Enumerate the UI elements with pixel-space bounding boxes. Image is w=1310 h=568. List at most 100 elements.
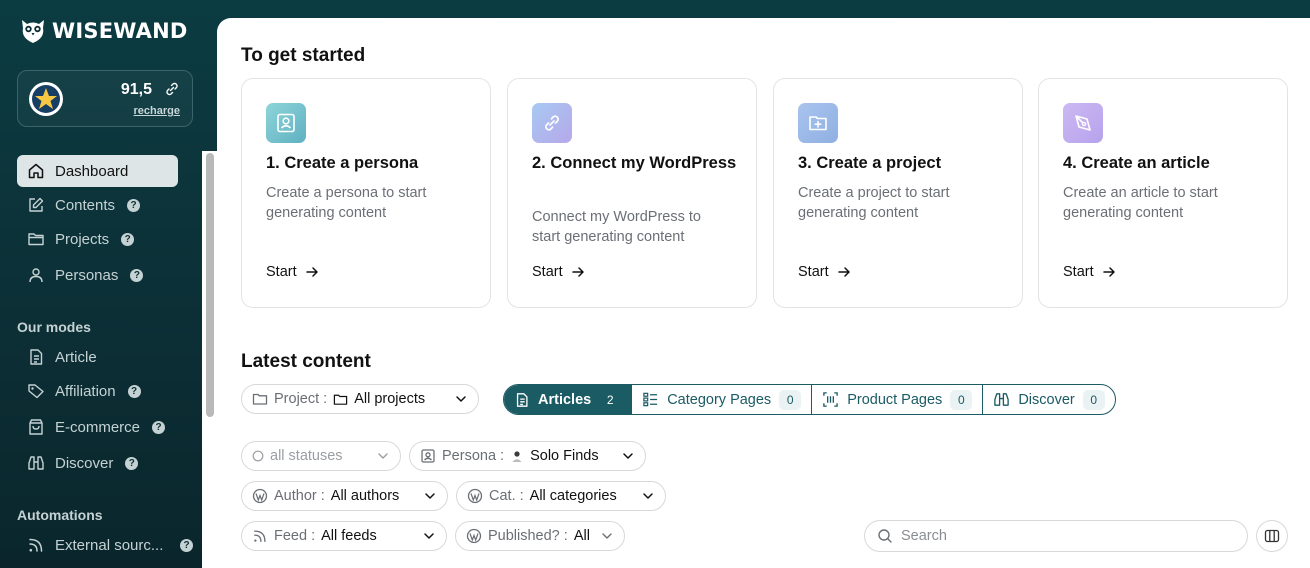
- chevron-down-icon: [378, 453, 388, 459]
- published-filter-label: Published? :: [488, 528, 568, 544]
- tab-label: Product Pages: [847, 391, 943, 408]
- author-filter-label: Author :: [274, 488, 325, 504]
- arrow-right-icon: [571, 267, 584, 277]
- help-icon[interactable]: ?: [180, 538, 193, 552]
- feed-filter-label: Feed :: [274, 528, 316, 544]
- chevron-down-icon: [456, 396, 466, 402]
- tab-product-pages[interactable]: Product Pages 0: [812, 385, 984, 414]
- project-filter[interactable]: Project : All projects: [241, 384, 479, 414]
- sidebar-item-projects[interactable]: Projects?: [17, 223, 178, 255]
- binoculars-icon: [994, 393, 1010, 406]
- sidebar-scrollbar-thumb[interactable]: [206, 153, 214, 417]
- help-icon[interactable]: ?: [125, 456, 139, 470]
- count-badge: 2: [606, 392, 614, 407]
- feed-filter-value: All feeds: [321, 528, 377, 544]
- start-label: Start: [1063, 264, 1094, 280]
- persona-icon: [266, 103, 306, 143]
- main-content: To get started 1. Create a persona Creat…: [217, 18, 1310, 568]
- category-filter-value: All categories: [529, 488, 617, 504]
- barcode-icon: [823, 392, 838, 407]
- search-input[interactable]: [901, 528, 1221, 544]
- card-desc: Create an article to start generating co…: [1063, 185, 1218, 221]
- sidebar-item-label: External sourc...: [55, 536, 164, 554]
- owl-logo-icon: [22, 20, 44, 43]
- star-icon: [29, 82, 63, 116]
- count-badge: 0: [779, 389, 802, 410]
- logo[interactable]: WISEWAND: [18, 16, 188, 46]
- project-filter-value: All projects: [354, 391, 426, 407]
- count-badge: 0: [1082, 389, 1105, 410]
- author-filter-value: All authors: [330, 488, 400, 504]
- start-label: Start: [266, 264, 297, 280]
- card-create-article[interactable]: 4. Create an article Create an article t…: [1038, 78, 1288, 308]
- card-create-persona[interactable]: 1. Create a persona Create a persona to …: [241, 78, 491, 308]
- edit-icon: [29, 197, 44, 212]
- sidebar-item-discover[interactable]: Discover?: [17, 447, 178, 479]
- tab-label: Discover: [1018, 391, 1075, 408]
- sidebar-item-contents[interactable]: Contents?: [17, 189, 178, 221]
- card-title: 4. Create an article: [1063, 154, 1210, 172]
- persona-filter-label: Persona :: [442, 448, 505, 464]
- getting-started-title: To get started: [241, 45, 366, 66]
- card-title: 3. Create a project: [798, 154, 942, 172]
- help-icon[interactable]: ?: [127, 384, 141, 398]
- chevron-down-icon: [602, 533, 612, 539]
- sidebar-item-label: Discover: [55, 454, 114, 472]
- sidebar-item-external-sources[interactable]: External sourc...?: [17, 529, 193, 561]
- content-type-tabs: Articles 2 Category Pages 0 Product Page…: [503, 384, 1116, 415]
- sidebar-item-article[interactable]: Article: [17, 341, 178, 373]
- help-icon[interactable]: ?: [127, 198, 141, 212]
- tab-articles[interactable]: Articles 2: [504, 385, 633, 414]
- document-icon: [30, 349, 43, 365]
- help-icon[interactable]: ?: [121, 232, 135, 246]
- card-create-project[interactable]: 3. Create a project Create a project to …: [773, 78, 1023, 308]
- binoculars-icon: [28, 456, 44, 470]
- search-icon: [878, 529, 892, 543]
- sidebar-item-personas[interactable]: Personas?: [17, 259, 178, 291]
- start-label: Start: [532, 264, 563, 280]
- chevron-down-icon: [425, 493, 435, 499]
- help-icon[interactable]: ?: [130, 268, 144, 282]
- start-button[interactable]: Start: [266, 264, 319, 280]
- bag-icon: [29, 419, 43, 435]
- recharge-link[interactable]: recharge: [134, 105, 180, 117]
- sidebar: WISEWAND 91,5 recharge Dashboard Content…: [0, 0, 217, 568]
- link-icon[interactable]: [164, 81, 180, 97]
- sidebar-item-label: Article: [55, 348, 97, 366]
- sidebar-item-label: Personas: [55, 266, 119, 284]
- sidebar-item-label: Affiliation: [55, 382, 116, 400]
- card-title: 2. Connect my WordPress: [532, 154, 737, 172]
- search-box: [864, 520, 1248, 552]
- feed-filter[interactable]: Feed : All feeds: [241, 521, 447, 551]
- sidebar-item-dashboard[interactable]: Dashboard: [17, 155, 178, 187]
- card-title: 1. Create a persona: [266, 154, 419, 172]
- folder-plus-icon: [798, 103, 838, 143]
- start-button[interactable]: Start: [798, 264, 851, 280]
- sidebar-item-ecommerce[interactable]: E-commerce?: [17, 411, 178, 443]
- category-filter[interactable]: Cat. : All categories: [456, 481, 666, 511]
- published-filter[interactable]: Published? : All: [455, 521, 625, 551]
- persona-filter[interactable]: Persona : Solo Finds: [409, 441, 646, 471]
- category-filter-label: Cat. :: [489, 488, 524, 504]
- latest-content-title: Latest content: [241, 351, 371, 372]
- avatar-icon: [512, 451, 522, 462]
- list-icon: [643, 392, 658, 407]
- author-filter[interactable]: Author : All authors: [241, 481, 448, 511]
- start-button[interactable]: Start: [532, 264, 585, 280]
- help-icon[interactable]: ?: [152, 420, 166, 434]
- start-button[interactable]: Start: [1063, 264, 1116, 280]
- status-filter-placeholder: all statuses: [270, 448, 343, 464]
- home-icon: [28, 163, 44, 179]
- tab-category-pages[interactable]: Category Pages 0: [632, 385, 813, 414]
- arrow-right-icon: [837, 267, 850, 277]
- sidebar-item-label: Contents: [55, 196, 116, 214]
- sidebar-item-affiliation[interactable]: Affiliation?: [17, 375, 178, 407]
- tab-discover[interactable]: Discover 0: [983, 385, 1114, 414]
- card-connect-wordpress[interactable]: 2. Connect my WordPress Connect my WordP…: [507, 78, 757, 308]
- status-filter[interactable]: all statuses: [241, 441, 401, 471]
- arrow-right-icon: [305, 267, 318, 277]
- project-filter-label: Project :: [274, 391, 328, 407]
- columns-button[interactable]: [1256, 520, 1288, 552]
- logo-text: WISEWAND: [52, 19, 188, 43]
- card-desc: Connect my WordPress to start generating…: [532, 209, 701, 245]
